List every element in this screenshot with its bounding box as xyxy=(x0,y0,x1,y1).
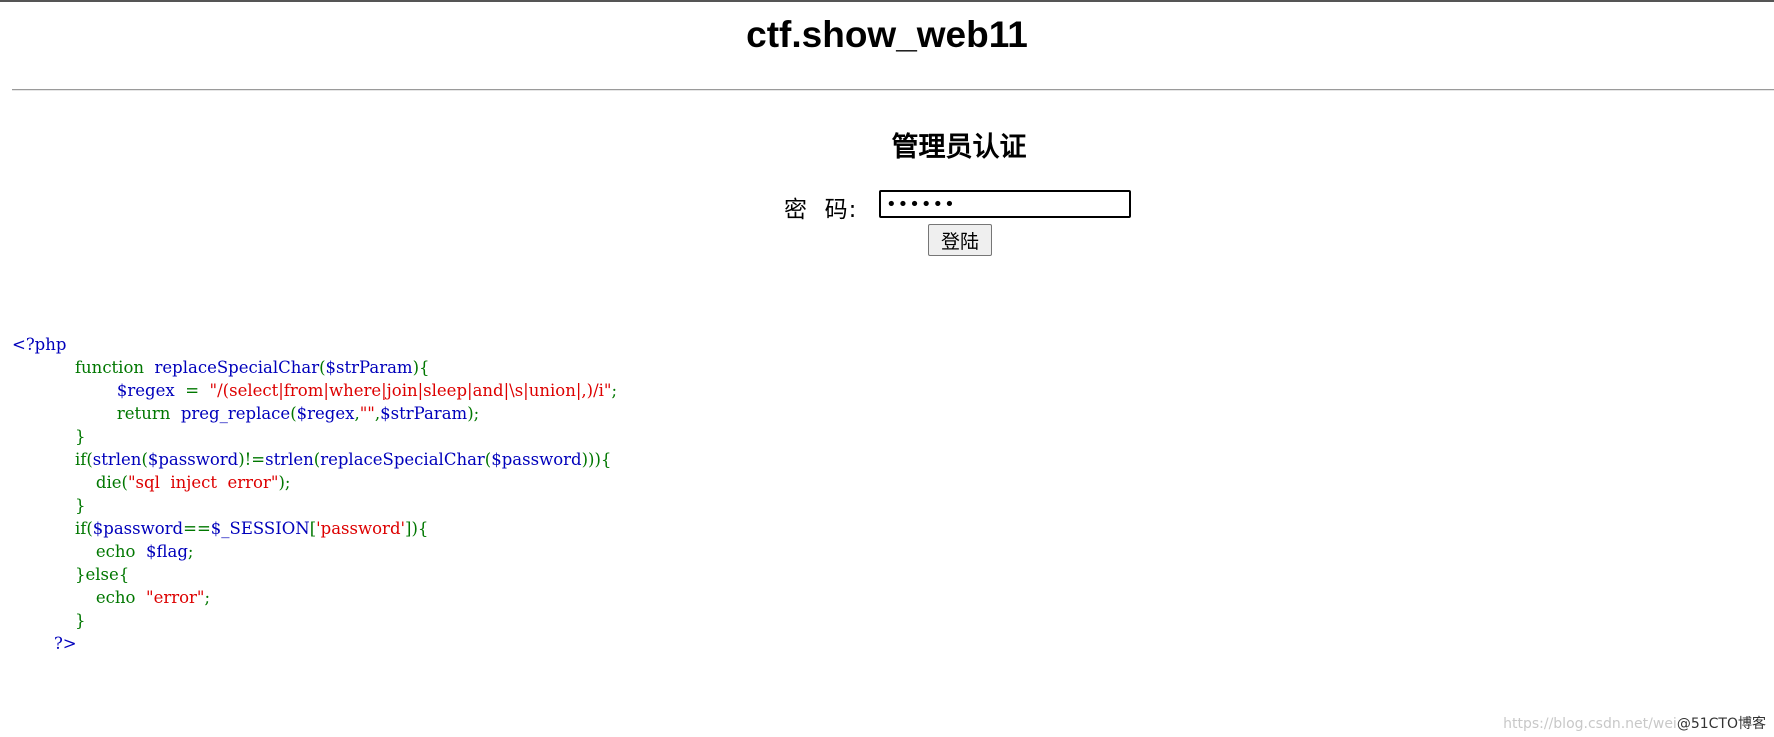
login-button[interactable]: 登陆 xyxy=(928,224,992,256)
code-line: return preg_replace($regex,"",$strParam)… xyxy=(12,402,617,425)
php-source-code: <?php function replaceSpecialChar($strPa… xyxy=(12,333,617,655)
code-token: )!= xyxy=(238,450,266,469)
code-line: } xyxy=(12,494,617,517)
code-token: } xyxy=(74,496,86,515)
code-line: if(strlen($password)!=strlen(replaceSpec… xyxy=(12,448,617,471)
code-line: ?> xyxy=(12,632,617,655)
code-token: $password xyxy=(92,519,184,538)
code-line: die("sql inject error"); xyxy=(12,471,617,494)
watermark: https://blog.csdn.net/wei@51CTO博客 xyxy=(1503,713,1766,733)
header-divider xyxy=(12,89,1774,91)
code-token: replaceSpecialChar xyxy=(320,450,485,469)
code-token: echo xyxy=(95,588,146,607)
code-token: "" xyxy=(359,404,375,423)
code-token: ; xyxy=(611,381,618,400)
code-token: }else{ xyxy=(74,565,130,584)
code-token: 'password' xyxy=(316,519,406,538)
code-line: echo "error"; xyxy=(12,586,617,609)
code-token: "error" xyxy=(145,588,205,607)
code-line: function replaceSpecialChar($strParam){ xyxy=(12,356,617,379)
code-token: ){ xyxy=(412,358,430,377)
code-token: $strParam xyxy=(325,358,413,377)
code-token: echo xyxy=(95,542,146,561)
code-token: strlen xyxy=(265,450,314,469)
code-token: "sql inject error" xyxy=(127,473,279,492)
code-token: ); xyxy=(278,473,291,492)
code-token: ))){ xyxy=(581,450,612,469)
code-token: <?php xyxy=(12,335,67,354)
code-token: $strParam xyxy=(380,404,468,423)
code-token: ]){ xyxy=(405,519,429,538)
code-token: ?> xyxy=(12,634,77,653)
watermark-url: https://blog.csdn.net/wei xyxy=(1503,716,1677,732)
code-line: } xyxy=(12,425,617,448)
code-token: == xyxy=(183,519,211,538)
code-token: "/(select|from|where|join|sleep|and|\s|u… xyxy=(209,381,612,400)
watermark-text: @51CTO博客 xyxy=(1676,716,1766,732)
code-token: replaceSpecialChar xyxy=(154,358,320,377)
code-token: $regex xyxy=(296,404,355,423)
code-token: strlen xyxy=(92,450,142,469)
code-token: return xyxy=(116,404,181,423)
code-token: $flag xyxy=(145,542,188,561)
code-token: = xyxy=(185,381,210,400)
password-field[interactable] xyxy=(879,190,1131,218)
code-line: }else{ xyxy=(12,563,617,586)
code-token: die xyxy=(95,473,122,492)
code-token: preg_replace xyxy=(180,404,291,423)
code-line: } xyxy=(12,609,617,632)
page-title: ctf.show_web11 xyxy=(746,14,1028,55)
code-token: $password xyxy=(147,450,239,469)
form-heading: 管理员认证 xyxy=(891,132,1027,163)
code-token: function xyxy=(74,358,155,377)
code-line: <?php xyxy=(12,333,617,356)
code-token: $regex xyxy=(116,381,186,400)
code-token: $_SESSION xyxy=(210,519,310,538)
password-label: 密 码: xyxy=(784,197,858,223)
code-token: ); xyxy=(467,404,480,423)
code-line: if($password==$_SESSION['password']){ xyxy=(12,517,617,540)
top-border xyxy=(0,0,1774,2)
code-token: if xyxy=(74,450,87,469)
code-token: } xyxy=(74,611,86,630)
code-token: if xyxy=(74,519,87,538)
code-line: echo $flag; xyxy=(12,540,617,563)
code-token: } xyxy=(74,427,86,446)
code-token: $password xyxy=(491,450,582,469)
code-line: $regex = "/(select|from|where|join|sleep… xyxy=(12,379,617,402)
code-token: ; xyxy=(187,542,194,561)
code-token: ; xyxy=(204,588,211,607)
